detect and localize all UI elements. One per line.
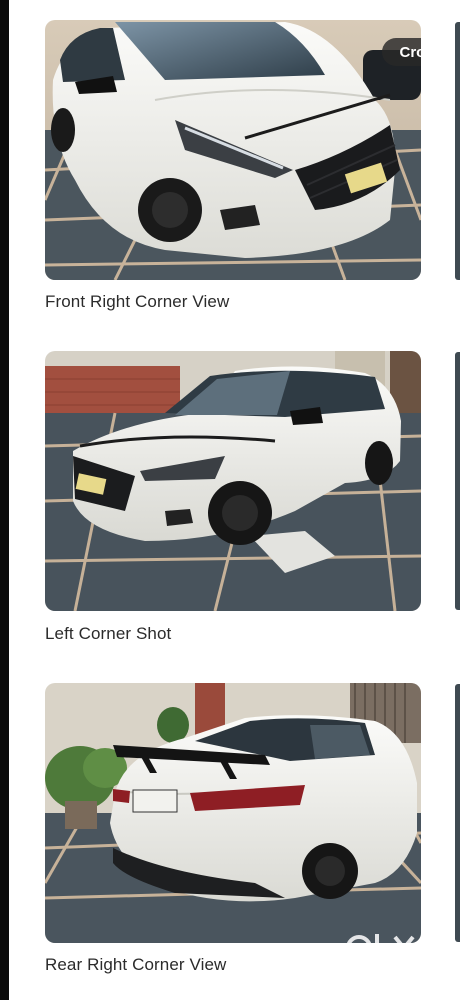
photo-caption: Left Corner Shot (45, 624, 172, 643)
car-photo-image (45, 683, 421, 943)
car-photo-left-corner[interactable] (45, 351, 421, 611)
car-photo-front-right[interactable]: Crop (45, 20, 421, 280)
photo-caption: Front Right Corner View (45, 292, 230, 311)
next-photo-sliver[interactable] (455, 22, 460, 280)
left-edge-bar (0, 0, 9, 1000)
next-photo-sliver[interactable] (455, 352, 460, 610)
olx-watermark-logo (345, 928, 425, 972)
next-photo-sliver[interactable] (455, 684, 460, 942)
car-photo-image (45, 20, 421, 280)
photo-caption: Rear Right Corner View (45, 955, 227, 974)
crop-button[interactable]: Crop (382, 38, 421, 66)
car-photo-image (45, 351, 421, 611)
photo-gallery-page: Crop Front Right Corner View (0, 0, 460, 1000)
car-photo-rear-right[interactable] (45, 683, 421, 943)
